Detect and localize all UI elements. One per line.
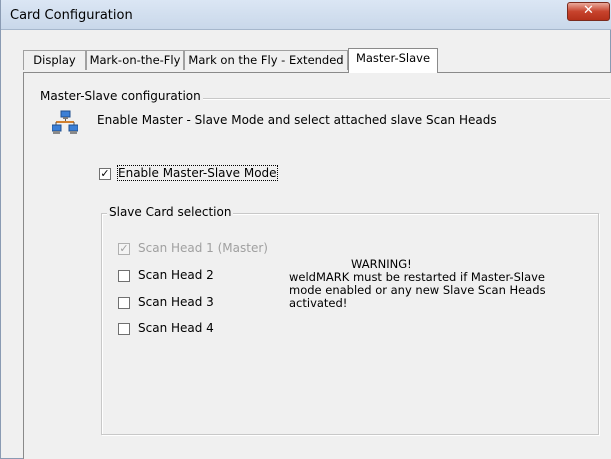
scan-head-1-checkbox: ✓ [118,243,130,255]
scan-head-2-checkbox[interactable] [118,270,130,282]
title-bar[interactable]: Card Configuration ✕ [1,0,611,30]
card-configuration-dialog: Card Configuration ✕ Display Mark-on-the… [0,0,611,459]
scan-head-1-label: Scan Head 1 (Master) [138,241,268,255]
scan-head-2-label[interactable]: Scan Head 2 [138,268,214,282]
master-slave-group-title: Master-Slave configuration [38,89,203,103]
network-computers-icon [52,110,78,134]
restart-warning: WARNING! weldMARK must be restarted if M… [289,258,589,310]
slave-card-selection-title: Slave Card selection [107,205,234,219]
dialog-title: Card Configuration [10,8,133,23]
scan-head-4-checkbox[interactable] [118,323,130,335]
tab-master-slave[interactable]: Master-Slave [348,48,438,73]
tab-display[interactable]: Display [23,50,86,70]
tab-mark-on-the-fly[interactable]: Mark-on-the-Fly [86,50,184,70]
enable-master-slave-checkbox[interactable]: ✓ [99,168,111,180]
enable-master-slave-label[interactable]: Enable Master-Slave Mode [117,165,278,181]
scan-head-4-label[interactable]: Scan Head 4 [138,321,214,335]
close-icon: ✕ [583,3,594,18]
check-mark-icon: ✓ [119,242,129,255]
close-button[interactable]: ✕ [567,2,610,21]
check-mark-icon: ✓ [100,167,110,180]
scan-head-3-label[interactable]: Scan Head 3 [138,295,214,309]
master-slave-panel: Master-Slave configuration Enable Master… [23,72,611,459]
tab-mark-on-the-fly-extended[interactable]: Mark on the Fly - Extended [184,50,348,70]
master-slave-description: Enable Master - Slave Mode and select at… [97,113,497,127]
warning-line-3: activated! [289,296,348,310]
scan-head-3-checkbox[interactable] [118,297,130,309]
